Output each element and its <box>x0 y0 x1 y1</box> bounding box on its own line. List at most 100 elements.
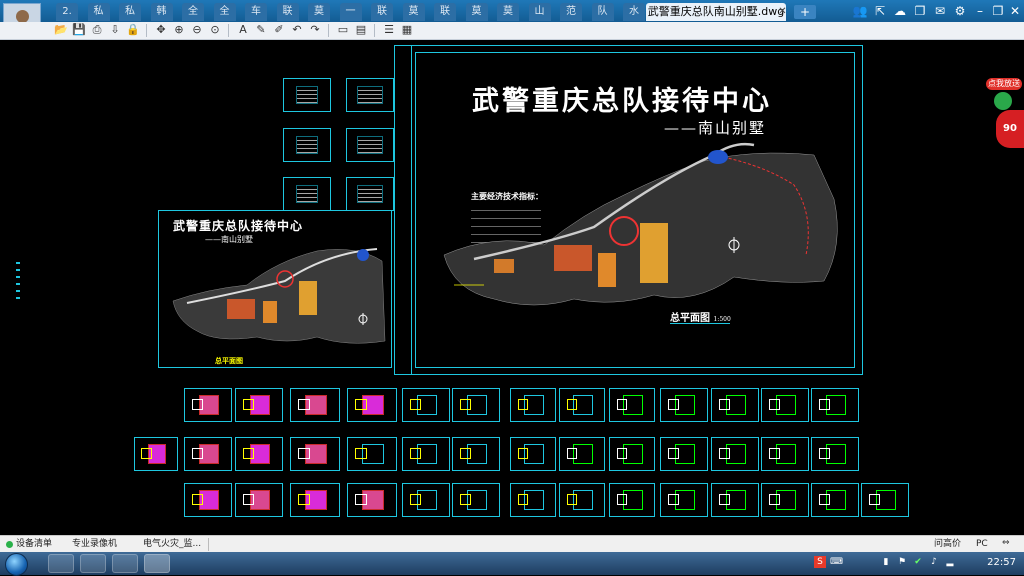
sheet-thumbnail[interactable] <box>290 437 340 471</box>
tab-0[interactable]: 2. <box>56 3 78 21</box>
sheet-thumbnail[interactable] <box>761 388 809 422</box>
tab-1[interactable]: 私 <box>87 3 110 21</box>
schedule-sheet[interactable] <box>346 177 394 211</box>
counter-badge[interactable]: 90 <box>996 110 1024 148</box>
keyboard-icon[interactable]: ⌨ <box>830 556 843 568</box>
taskbar-app-button[interactable] <box>80 554 106 573</box>
sheet-thumbnail[interactable] <box>347 437 397 471</box>
network-icon[interactable]: ▮ <box>880 556 892 568</box>
print-icon[interactable]: ⎙ <box>90 23 104 37</box>
pan-icon[interactable]: ✥ <box>154 23 168 37</box>
sheet-thumbnail[interactable] <box>811 388 859 422</box>
sheet-thumbnail[interactable] <box>811 437 859 471</box>
main-master-plan-sheet[interactable]: 武警重庆总队接待中心 ——南山别墅 主要经济技术指标： 总平面图 1:500 <box>394 45 863 375</box>
signal-icon[interactable]: ▂ <box>944 556 956 568</box>
tab-6[interactable]: 车 <box>245 3 267 21</box>
tab-active-document[interactable]: 武警重庆总队南山别墅.dwg <box>646 3 786 21</box>
sheet-thumbnail[interactable] <box>184 388 232 422</box>
tab-12[interactable]: 联 <box>434 3 456 21</box>
sheet-thumbnail[interactable] <box>609 388 655 422</box>
status-item-recorder[interactable]: 专业录像机 <box>72 538 117 551</box>
shield-icon[interactable]: ✔ <box>912 556 924 568</box>
sheet-thumbnail[interactable] <box>184 483 232 517</box>
tab-4[interactable]: 全 <box>182 3 204 21</box>
input-method-icon[interactable]: S <box>814 556 826 568</box>
tab-15[interactable]: 山 <box>528 3 551 21</box>
sheet-thumbnail[interactable] <box>452 483 500 517</box>
sheet-thumbnail[interactable] <box>660 388 708 422</box>
tab-2[interactable]: 私 <box>119 3 141 21</box>
zoom-extents-icon[interactable]: ⊙ <box>208 23 222 37</box>
sheet-thumbnail[interactable] <box>134 437 178 471</box>
zoom-out-icon[interactable]: ⊖ <box>190 23 204 37</box>
share-icon[interactable]: ⇱ <box>872 3 888 19</box>
copy-icon[interactable]: ❐ <box>912 3 928 19</box>
sheet-thumbnail[interactable] <box>811 483 859 517</box>
sheet-thumbnail[interactable] <box>452 437 500 471</box>
tab-3[interactable]: 韩 <box>150 3 173 21</box>
cloud-icon[interactable]: ☁ <box>892 3 908 19</box>
sheet-thumbnail[interactable] <box>609 483 655 517</box>
area-icon[interactable]: ▤ <box>354 23 368 37</box>
sheet-thumbnail[interactable] <box>347 483 397 517</box>
sheet-thumbnail[interactable] <box>290 483 340 517</box>
sheet-thumbnail[interactable] <box>660 437 708 471</box>
tab-13[interactable]: 莫 <box>465 3 488 21</box>
sheet-thumbnail[interactable] <box>452 388 500 422</box>
export-pdf-icon[interactable]: ⇩ <box>108 23 122 37</box>
layout-icon[interactable]: ▦ <box>400 23 414 37</box>
sheet-thumbnail[interactable] <box>235 483 283 517</box>
sheet-thumbnail[interactable] <box>559 437 605 471</box>
sheet-thumbnail[interactable] <box>235 388 283 422</box>
drawing-canvas[interactable]: 武警重庆总队接待中心 ——南山别墅 总平面图 武警重庆总队接待中心 ——南山别墅… <box>0 40 1024 535</box>
redo-icon[interactable]: ↷ <box>308 23 322 37</box>
sheet-thumbnail[interactable] <box>510 437 556 471</box>
small-master-plan-sheet[interactable]: 武警重庆总队接待中心 ——南山别墅 总平面图 <box>158 210 392 368</box>
pencil-icon[interactable]: ✎ <box>254 23 268 37</box>
minimize-icon[interactable]: – <box>972 3 988 19</box>
tab-11[interactable]: 莫 <box>402 3 425 21</box>
taskbar-books-button[interactable] <box>112 554 138 573</box>
sheet-thumbnail[interactable] <box>402 388 450 422</box>
status-item-electrical[interactable]: 电气火灾_监... <box>143 538 201 551</box>
sheet-thumbnail[interactable] <box>609 437 655 471</box>
tab-18[interactable]: 水 <box>623 3 645 21</box>
schedule-sheet[interactable] <box>346 78 394 112</box>
restore-icon[interactable]: ❐ <box>990 3 1006 19</box>
sheet-thumbnail[interactable] <box>402 483 450 517</box>
sheet-thumbnail[interactable] <box>711 483 759 517</box>
lock-icon[interactable]: 🔒 <box>126 23 140 37</box>
save-icon[interactable]: 💾 <box>72 23 86 37</box>
sheet-thumbnail[interactable] <box>711 388 759 422</box>
chat-icon[interactable]: ✉ <box>932 3 948 19</box>
schedule-sheet[interactable] <box>283 78 331 112</box>
sheet-thumbnail[interactable] <box>559 388 605 422</box>
sheet-thumbnail[interactable] <box>559 483 605 517</box>
sheet-thumbnail[interactable] <box>711 437 759 471</box>
tab-7[interactable]: 联 <box>276 3 299 21</box>
marker-icon[interactable]: ✐ <box>272 23 286 37</box>
tab-9[interactable]: 一 <box>339 3 362 21</box>
tab-16[interactable]: 范 <box>560 3 582 21</box>
schedule-sheet[interactable] <box>346 128 394 162</box>
start-button[interactable] <box>5 553 28 576</box>
taskbar-clock[interactable]: 22:57 <box>987 557 1016 568</box>
settings-icon[interactable]: ⚙ <box>952 3 968 19</box>
tab-17[interactable]: 队 <box>591 3 614 21</box>
sheet-thumbnail[interactable] <box>510 388 556 422</box>
tab-14[interactable]: 莫 <box>497 3 519 21</box>
open-folder-icon[interactable]: 📂 <box>54 23 68 37</box>
status-ask-price[interactable]: 问高价 <box>934 538 961 551</box>
schedule-sheet[interactable] <box>283 128 331 162</box>
sheet-thumbnail[interactable] <box>402 437 450 471</box>
sheet-thumbnail[interactable] <box>290 388 340 422</box>
close-tab-icon[interactable]: ✕ <box>777 6 788 17</box>
sheet-thumbnail[interactable] <box>510 483 556 517</box>
undo-icon[interactable]: ↶ <box>290 23 304 37</box>
flag-icon[interactable]: ⚑ <box>896 556 908 568</box>
sheet-thumbnail[interactable] <box>761 437 809 471</box>
zoom-in-icon[interactable]: ⊕ <box>172 23 186 37</box>
tab-10[interactable]: 联 <box>371 3 393 21</box>
text-tool-icon[interactable]: A <box>236 23 250 37</box>
sheet-thumbnail[interactable] <box>861 483 909 517</box>
